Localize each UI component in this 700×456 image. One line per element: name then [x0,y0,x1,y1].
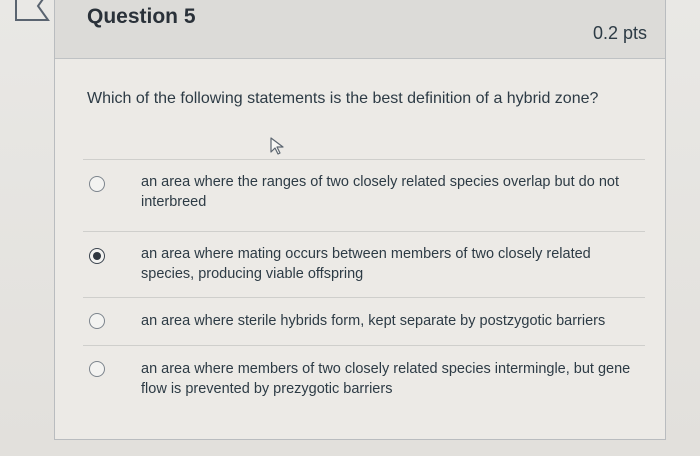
answer-option[interactable]: an area where members of two closely rel… [83,345,645,405]
question-card: Question 5 0.2 pts Which of the followin… [54,0,666,440]
answer-option[interactable]: an area where mating occurs between memb… [83,231,645,297]
radio-button-selected[interactable] [89,248,105,264]
mouse-pointer-icon [270,137,284,155]
question-points: 0.2 pts [592,23,647,43]
answer-label[interactable]: an area where the ranges of two closely … [141,172,635,212]
answer-list: an area where the ranges of two closely … [83,159,645,405]
answer-label[interactable]: an area where sterile hybrids form, kept… [141,311,635,331]
radio-button[interactable] [89,176,105,192]
question-header: Question 5 0.2 pts [55,0,665,59]
radio-button[interactable] [89,313,105,329]
answer-label[interactable]: an area where members of two closely rel… [141,359,635,399]
answer-label[interactable]: an area where mating occurs between memb… [141,244,635,284]
flag-question-icon[interactable] [8,0,52,26]
radio-button[interactable] [89,361,105,377]
question-text: Which of the following statements is the… [87,90,599,107]
answer-option[interactable]: an area where the ranges of two closely … [83,159,645,231]
quiz-page: Question 5 0.2 pts Which of the followin… [0,0,700,456]
answer-option[interactable]: an area where sterile hybrids form, kept… [83,297,645,345]
question-title: Question 5 [87,5,196,28]
